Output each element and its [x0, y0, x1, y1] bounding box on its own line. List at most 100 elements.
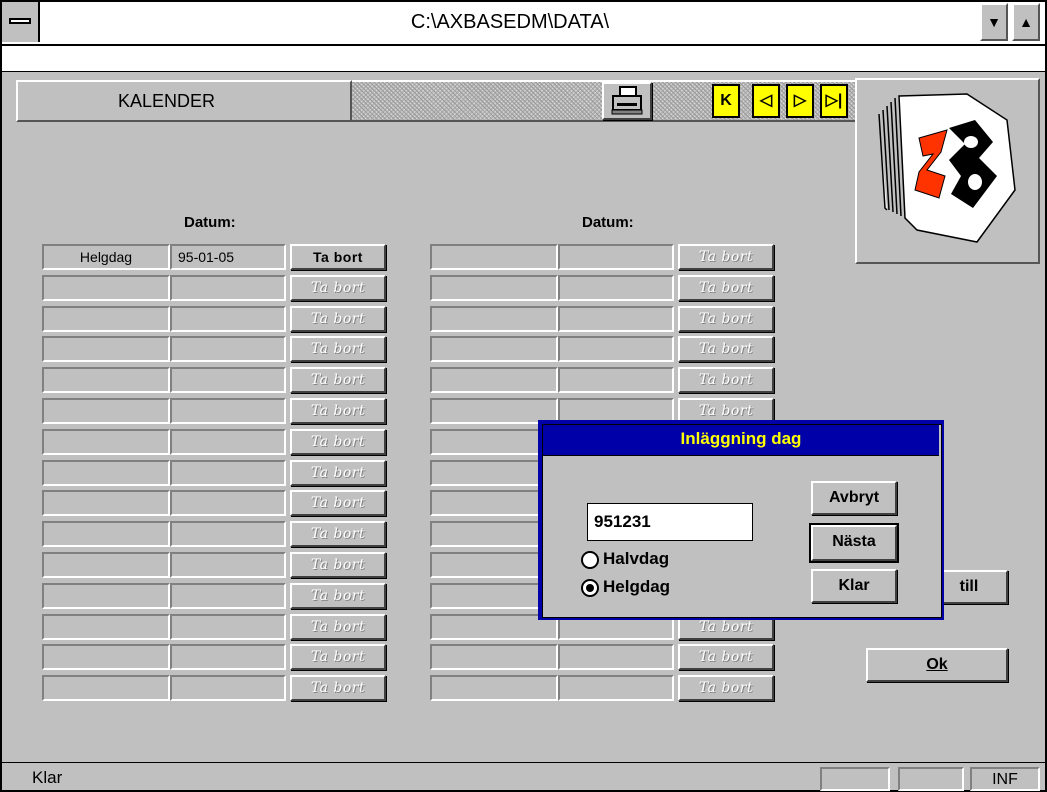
- right-type-cell: [430, 244, 558, 270]
- status-text: Klar: [32, 768, 63, 787]
- next-button[interactable]: Nästa: [809, 523, 899, 563]
- left-delete-button[interactable]: Ta bort: [290, 306, 386, 332]
- ok-button[interactable]: Ok: [866, 648, 1008, 682]
- right-date-cell: [558, 367, 674, 393]
- maximize-button[interactable]: ▲: [1012, 3, 1040, 41]
- radio-helgdag[interactable]: Helgdag: [581, 575, 670, 601]
- right-delete-button[interactable]: Ta bort: [678, 644, 774, 670]
- calendar-image: [855, 78, 1040, 264]
- right-delete-button[interactable]: Ta bort: [678, 275, 774, 301]
- right-type-cell: [430, 644, 558, 670]
- left-delete-button[interactable]: Ta bort: [290, 552, 386, 578]
- done-button[interactable]: Klar: [811, 569, 897, 603]
- left-delete-button[interactable]: Ta bort: [290, 644, 386, 670]
- section-title: KALENDER: [16, 80, 352, 122]
- left-delete-button[interactable]: Ta bort: [290, 460, 386, 486]
- left-delete-button[interactable]: Ta bort: [290, 583, 386, 609]
- first-icon: K: [720, 92, 732, 109]
- next-record-button[interactable]: ▷: [786, 84, 814, 118]
- right-delete-button[interactable]: Ta bort: [678, 367, 774, 393]
- left-delete-button[interactable]: Ta bort: [290, 367, 386, 393]
- left-type-cell: [42, 552, 170, 578]
- left-date-cell: 95-01-05: [170, 244, 286, 270]
- window-title: C:\AXBASEDM\DATA\: [410, 11, 610, 33]
- right-delete-button[interactable]: Ta bort: [678, 675, 774, 701]
- system-menu-icon: [9, 18, 31, 24]
- left-type-cell: [42, 367, 170, 393]
- printer-icon: [611, 86, 643, 115]
- menu-bar: [0, 46, 1047, 72]
- first-record-button[interactable]: K: [712, 84, 740, 118]
- right-type-cell: [430, 275, 558, 301]
- minimize-button[interactable]: ▼: [980, 3, 1008, 41]
- radio-halvdag[interactable]: Halvdag: [581, 547, 669, 573]
- status-panel-1: [820, 767, 890, 791]
- left-delete-button[interactable]: Ta bort: [290, 336, 386, 362]
- left-date-cell: [170, 644, 286, 670]
- right-type-cell: [430, 336, 558, 362]
- left-date-cell: [170, 521, 286, 547]
- cancel-button[interactable]: Avbryt: [811, 481, 897, 515]
- left-delete-button[interactable]: Ta bort: [290, 675, 386, 701]
- left-date-cell: [170, 460, 286, 486]
- right-date-cell: [558, 275, 674, 301]
- right-date-cell: [558, 336, 674, 362]
- left-datum-label: Datum:: [184, 214, 236, 231]
- left-type-cell: [42, 336, 170, 362]
- right-type-cell: [430, 675, 558, 701]
- left-date-cell: [170, 552, 286, 578]
- left-type-cell: [42, 644, 170, 670]
- prev-record-button[interactable]: ◁: [752, 84, 780, 118]
- calendar-pages-icon: [878, 93, 1016, 243]
- right-type-cell: [430, 367, 558, 393]
- dialog-body: Inläggning dag 951231 Halvdag Helgdag Av…: [542, 424, 942, 618]
- left-date-cell: [170, 336, 286, 362]
- last-record-button[interactable]: ▷|: [820, 84, 848, 118]
- left-delete-button[interactable]: Ta bort: [290, 244, 386, 270]
- left-date-cell: [170, 490, 286, 516]
- date-input[interactable]: 951231: [587, 503, 753, 541]
- status-bar: Klar INF: [0, 762, 1047, 792]
- left-type-cell: [42, 521, 170, 547]
- left-delete-button[interactable]: Ta bort: [290, 398, 386, 424]
- radio-halvdag-label: Halvdag: [603, 549, 670, 568]
- left-type-cell: [42, 490, 170, 516]
- left-date-cell: [170, 398, 286, 424]
- left-type-cell: [42, 306, 170, 332]
- right-date-cell: [558, 244, 674, 270]
- right-delete-button[interactable]: Ta bort: [678, 336, 774, 362]
- left-type-cell: [42, 583, 170, 609]
- left-type-cell: Helgdag: [42, 244, 170, 270]
- left-type-cell: [42, 398, 170, 424]
- left-type-cell: [42, 275, 170, 301]
- left-date-cell: [170, 306, 286, 332]
- left-type-cell: [42, 614, 170, 640]
- left-date-cell: [170, 367, 286, 393]
- next-icon: ▷: [793, 92, 807, 109]
- radio-selected-icon: [581, 578, 599, 597]
- left-type-cell: [42, 675, 170, 701]
- left-delete-button[interactable]: Ta bort: [290, 521, 386, 547]
- print-button[interactable]: [602, 82, 652, 120]
- right-delete-button[interactable]: Ta bort: [678, 244, 774, 270]
- right-delete-button[interactable]: Ta bort: [678, 306, 774, 332]
- dialog-inlaggning-dag: Inläggning dag 951231 Halvdag Helgdag Av…: [538, 420, 944, 620]
- system-menu-button[interactable]: [2, 2, 40, 42]
- left-delete-button[interactable]: Ta bort: [290, 614, 386, 640]
- right-type-cell: [430, 306, 558, 332]
- last-icon: ▷|: [825, 92, 843, 109]
- left-type-cell: [42, 460, 170, 486]
- left-date-cell: [170, 429, 286, 455]
- left-date-cell: [170, 675, 286, 701]
- left-delete-button[interactable]: Ta bort: [290, 429, 386, 455]
- left-delete-button[interactable]: Ta bort: [290, 275, 386, 301]
- right-datum-label: Datum:: [582, 214, 634, 231]
- right-date-cell: [558, 644, 674, 670]
- left-delete-button[interactable]: Ta bort: [290, 490, 386, 516]
- radio-circle-icon: [581, 550, 599, 569]
- right-date-cell: [558, 675, 674, 701]
- radio-helgdag-label: Helgdag: [603, 577, 671, 596]
- status-panel-inf: INF: [970, 767, 1040, 791]
- right-date-cell: [558, 306, 674, 332]
- prev-icon: ◁: [759, 92, 773, 109]
